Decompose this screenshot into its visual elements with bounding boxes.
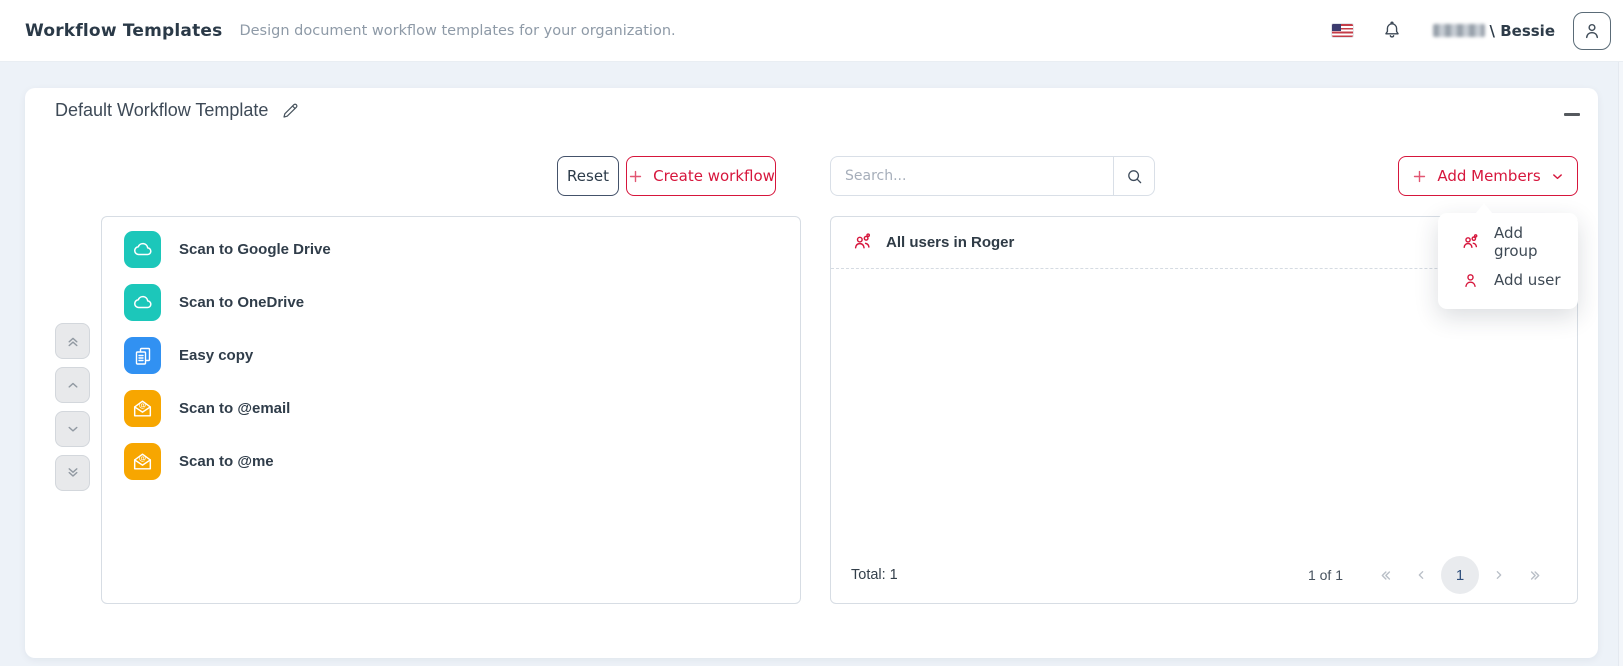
workflow-item-label: Easy copy [179,347,253,364]
chevron-down-icon [1550,169,1565,184]
card-title: Default Workflow Template [55,100,268,121]
edit-template-name-button[interactable] [280,100,301,121]
pencil-icon [280,100,301,121]
us-flag-icon[interactable] [1332,24,1353,37]
bell-icon [1381,20,1403,42]
workflow-item-scan-to-google-drive[interactable]: Scan to Google Drive [124,223,800,276]
magnifier-icon [1124,166,1145,187]
header-actions: \ Bessie [1332,12,1623,50]
move-down-button[interactable] [55,411,90,447]
double-chevron-right-icon [1527,567,1544,584]
menu-item-add-user[interactable]: Add user [1438,261,1578,299]
plus-icon [627,168,644,185]
workflow-item-easy-copy[interactable]: Easy copy [124,329,800,382]
page-number-button[interactable]: 1 [1441,556,1479,594]
user-name: \ Bessie [1490,22,1555,40]
notifications-button[interactable] [1381,20,1403,42]
chevron-up-icon [64,376,82,394]
plus-icon [1411,168,1428,185]
copy-icon [124,337,161,374]
dropdown-arrow [1475,203,1493,214]
add-members-label: Add Members [1437,167,1540,185]
add-members-button[interactable]: Add Members [1398,156,1578,196]
page-number-label: 1 [1456,567,1464,584]
group-icon [1460,232,1481,253]
card-title-row: Default Workflow Template [55,100,301,121]
members-search-group [830,156,1155,196]
move-to-top-button[interactable] [55,323,90,359]
add-members-menu: Add group Add user [1438,213,1578,309]
workflow-item-scan-to-email[interactable]: @ Scan to @email [124,382,800,435]
user-label: \ Bessie [1433,22,1555,40]
workflow-list-panel: Scan to Google Drive Scan to OneDrive [101,216,801,604]
workflow-item-label: Scan to Google Drive [179,241,331,258]
search-input[interactable] [830,156,1113,196]
total-count-label: Total: 1 [851,567,898,583]
member-group-title: All users in Roger [886,234,1014,251]
group-icon [851,231,874,254]
user-icon [1460,270,1481,291]
pagination: 1 of 1 [1308,556,1553,594]
minimize-icon [1564,113,1580,116]
mail-at-icon: @ [124,443,161,480]
menu-item-label: Add user [1494,271,1561,289]
last-page-button[interactable] [1517,557,1553,593]
double-chevron-down-icon [64,464,82,482]
collapse-card-button[interactable] [1559,104,1585,124]
scrollbar-track[interactable] [1618,62,1623,666]
page-title: Workflow Templates [25,21,222,41]
workflow-item-label: Scan to @me [179,453,274,470]
double-chevron-up-icon [64,332,82,350]
chevron-right-icon [1491,567,1507,583]
create-workflow-button[interactable]: Create workflow [626,156,776,196]
menu-item-label: Add group [1494,224,1562,260]
workflow-item-scan-to-me[interactable]: @ Scan to @me [124,435,800,488]
mail-at-icon: @ [124,390,161,427]
svg-text:@: @ [139,453,147,462]
account-button[interactable] [1573,12,1611,50]
person-icon [1581,20,1603,42]
search-button[interactable] [1113,156,1155,196]
svg-text:@: @ [139,400,147,409]
app-window: Workflow Templates Design document workf… [0,0,1623,666]
default-workflow-template-card: Default Workflow Template Reset [25,88,1598,658]
move-to-bottom-button[interactable] [55,455,90,491]
flag-canton [1332,24,1341,31]
previous-page-button[interactable] [1403,557,1439,593]
reset-button-label: Reset [567,167,609,185]
page-info-label: 1 of 1 [1308,567,1343,583]
members-panel-footer: Total: 1 1 of 1 [831,553,1577,597]
cloud-icon [124,231,161,268]
next-page-button[interactable] [1481,557,1517,593]
chevron-down-icon [64,420,82,438]
top-bar: Workflow Templates Design document workf… [0,0,1623,62]
double-chevron-left-icon [1377,567,1394,584]
reset-button[interactable]: Reset [557,156,619,196]
workflow-item-label: Scan to OneDrive [179,294,304,311]
cloud-icon [124,284,161,321]
redacted-domain [1433,24,1485,37]
create-workflow-label: Create workflow [653,167,775,185]
page-subtitle: Design document workflow templates for y… [239,23,675,39]
first-page-button[interactable] [1367,557,1403,593]
move-up-button[interactable] [55,367,90,403]
workflow-item-scan-to-onedrive[interactable]: Scan to OneDrive [124,276,800,329]
menu-item-add-group[interactable]: Add group [1438,223,1578,261]
chevron-left-icon [1413,567,1429,583]
workflow-item-label: Scan to @email [179,400,290,417]
